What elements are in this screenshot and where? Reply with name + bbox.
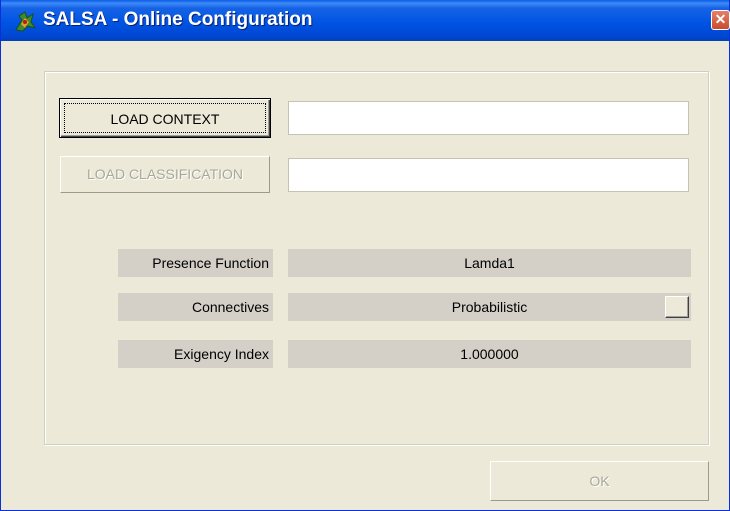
close-button[interactable]: ✕ (711, 10, 730, 30)
connectives-selector-button[interactable] (665, 296, 689, 318)
title-bar[interactable]: SALSA - Online Configuration ✕ (1, 0, 730, 41)
window-title: SALSA - Online Configuration (43, 9, 313, 30)
connectives-label: Connectives (118, 293, 273, 321)
exigency-index-label: Exigency Index (118, 340, 273, 368)
salsa-app-icon (15, 11, 37, 32)
close-icon: ✕ (714, 11, 727, 27)
classification-path-field[interactable] (288, 158, 689, 192)
ok-button[interactable]: OK (490, 461, 709, 501)
presence-function-value: Lamda1 (288, 249, 691, 277)
presence-function-label: Presence Function (118, 249, 273, 277)
context-path-field[interactable] (288, 101, 689, 135)
load-context-button[interactable]: LOAD CONTEXT (59, 98, 271, 138)
load-context-label: LOAD CONTEXT (64, 103, 266, 133)
connectives-value[interactable]: Probabilistic (288, 293, 691, 321)
online-configuration-dialog: SALSA - Online Configuration ✕ LOAD CONT… (0, 0, 730, 511)
exigency-index-value: 1.000000 (288, 340, 691, 368)
load-classification-button[interactable]: LOAD CLASSIFICATION (60, 156, 270, 193)
